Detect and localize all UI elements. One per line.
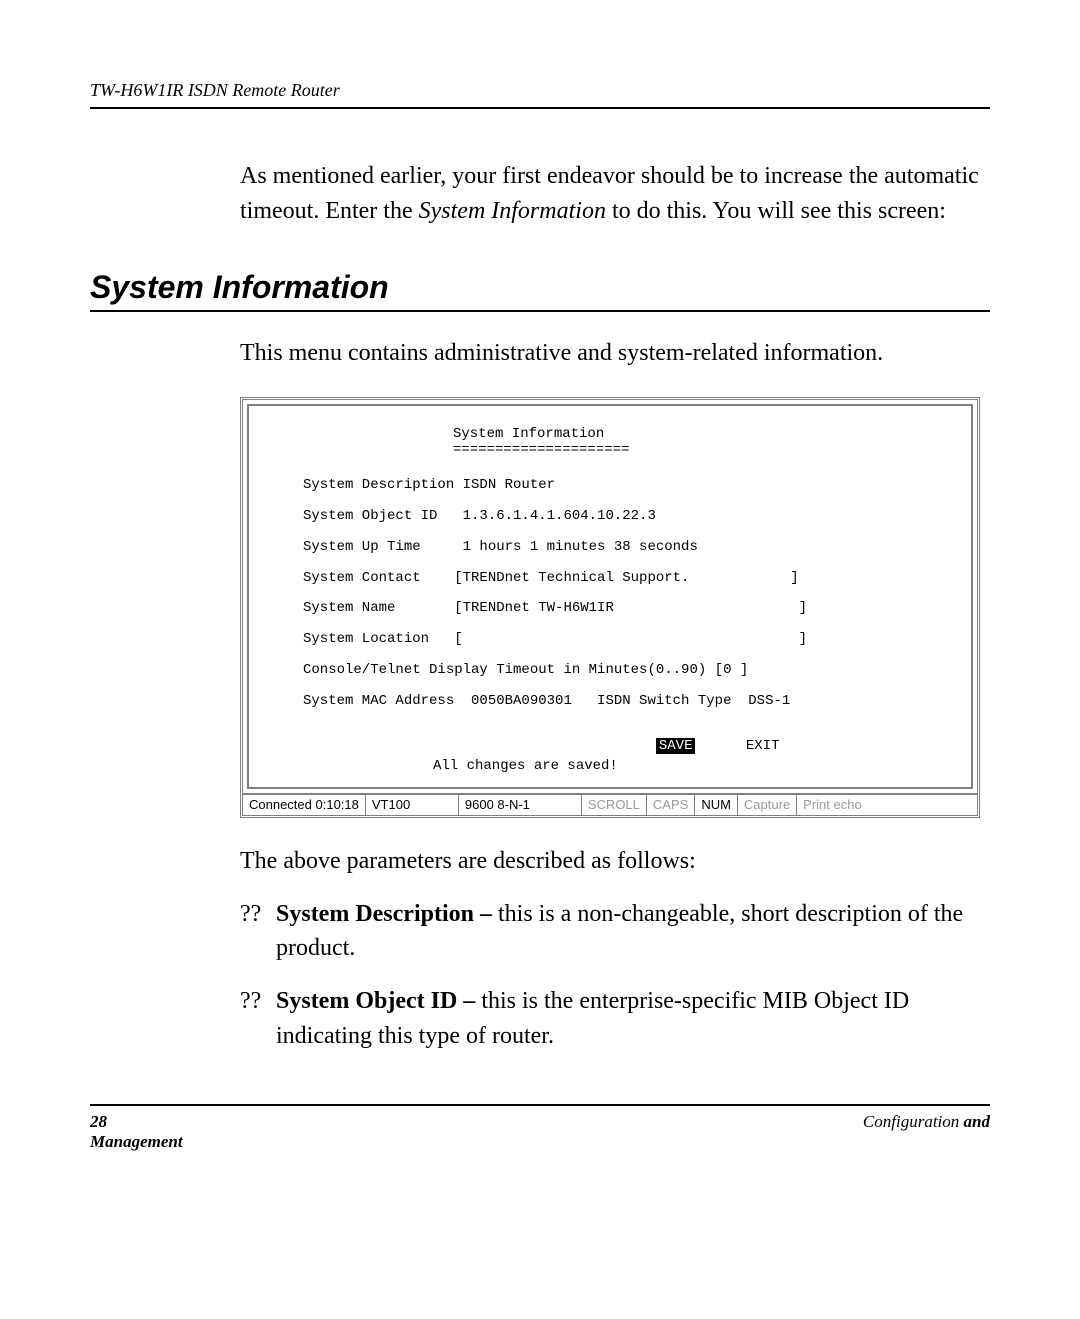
page-footer: 28 Configuration and xyxy=(90,1112,990,1132)
term-row-location[interactable]: System Location [ ] xyxy=(273,631,947,648)
terminal-statusbar: Connected 0:10:18 VT100 9600 8-N-1 SCROL… xyxy=(243,793,977,815)
bullet-2-text: System Object ID – this is the enterpris… xyxy=(276,984,990,1054)
bullet-1-text: System Description – this is a non-chang… xyxy=(276,897,990,967)
intro-text-2: to do this. You will see this screen: xyxy=(606,198,946,224)
terminal-buttons-row: SAVE EXIT xyxy=(273,738,947,755)
section-rule xyxy=(90,310,990,312)
footer-right-bold: and xyxy=(964,1112,990,1131)
save-button[interactable]: SAVE xyxy=(656,738,696,754)
term-row-timeout[interactable]: Console/Telnet Display Timeout in Minute… xyxy=(273,662,947,679)
terminal-title-underline: ===================== xyxy=(453,442,947,459)
footer-right: Configuration and xyxy=(150,1112,990,1132)
exit-button[interactable]: EXIT xyxy=(746,738,780,754)
term-row-description: System Description ISDN Router xyxy=(273,477,947,494)
params-intro: The above parameters are described as fo… xyxy=(240,844,990,879)
term-row-name[interactable]: System Name [TRENDnet TW-H6W1IR ] xyxy=(273,600,947,617)
bullet-1: ?? System Description – this is a non-ch… xyxy=(240,897,990,967)
terminal-title: System Information xyxy=(453,426,947,443)
status-num: NUM xyxy=(695,795,738,815)
page-number: 28 xyxy=(90,1112,150,1132)
term-row-mac: System MAC Address 0050BA090301 ISDN Swi… xyxy=(273,693,947,710)
bullet-mark: ?? xyxy=(240,984,276,1054)
terminal-inner: System Information =====================… xyxy=(247,404,973,790)
term-row-objectid: System Object ID 1.3.6.1.4.1.604.10.22.3 xyxy=(273,508,947,525)
footer-rule xyxy=(90,1104,990,1106)
footer-line2: Management xyxy=(90,1132,990,1152)
status-connected: Connected 0:10:18 xyxy=(243,795,366,815)
terminal-saved-message: All changes are saved! xyxy=(273,758,947,775)
bullet-2-bold: System Object ID – xyxy=(276,988,481,1014)
status-scroll: SCROLL xyxy=(582,795,647,815)
intro-paragraph: As mentioned earlier, your first endeavo… xyxy=(240,159,990,229)
header-rule xyxy=(90,107,990,109)
intro-italic: System Information xyxy=(419,198,606,224)
running-header: TW-H6W1IR ISDN Remote Router xyxy=(90,80,990,101)
terminal-window: System Information =====================… xyxy=(240,397,980,818)
status-printecho: Print echo xyxy=(797,795,977,815)
section-title: System Information xyxy=(90,269,990,306)
section-lead: This menu contains administrative and sy… xyxy=(240,340,990,367)
term-row-uptime: System Up Time 1 hours 1 minutes 38 seco… xyxy=(273,539,947,556)
status-baud: 9600 8-N-1 xyxy=(459,795,582,815)
status-capture: Capture xyxy=(738,795,797,815)
status-term: VT100 xyxy=(366,795,459,815)
bullet-2: ?? System Object ID – this is the enterp… xyxy=(240,984,990,1054)
bullet-mark: ?? xyxy=(240,897,276,967)
term-row-contact[interactable]: System Contact [TRENDnet Technical Suppo… xyxy=(273,570,947,587)
document-page: TW-H6W1IR ISDN Remote Router As mentione… xyxy=(0,0,1080,1192)
body-after-terminal: The above parameters are described as fo… xyxy=(240,844,990,1054)
status-caps: CAPS xyxy=(647,795,695,815)
bullet-1-bold: System Description – xyxy=(276,901,498,927)
footer-right-italic: Configuration xyxy=(863,1112,964,1131)
